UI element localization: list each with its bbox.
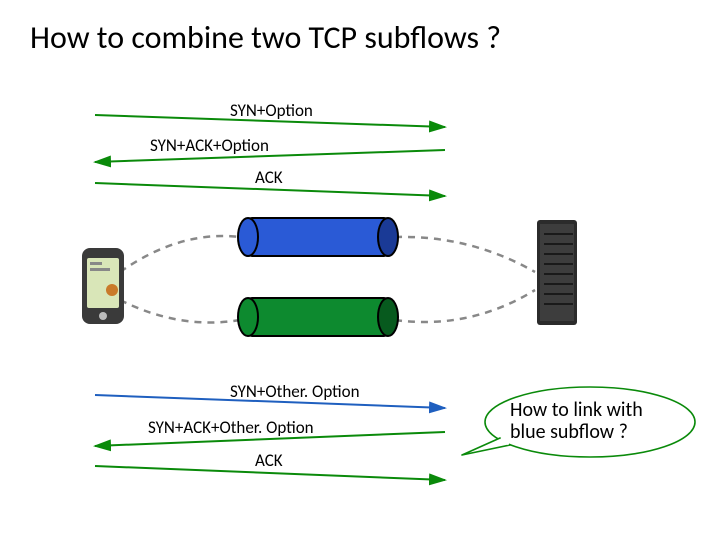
label-syn2: SYN+Other. Option	[230, 381, 360, 402]
label-synack1: SYN+ACK+Option	[150, 135, 269, 156]
callout-line1: How to link with	[510, 398, 643, 422]
green-subflow-tube	[238, 298, 398, 336]
label-synack2: SYN+ACK+Other. Option	[148, 417, 314, 438]
blue-subflow-tube	[238, 218, 398, 256]
callout-line2: blue subflow ?	[510, 420, 628, 444]
label-ack2: ACK	[255, 450, 283, 471]
label-ack1: ACK	[255, 167, 283, 188]
server-icon	[537, 220, 577, 325]
smartphone-icon	[82, 248, 124, 324]
label-syn1: SYN+Option	[230, 100, 313, 121]
diagram-svg	[0, 0, 720, 540]
